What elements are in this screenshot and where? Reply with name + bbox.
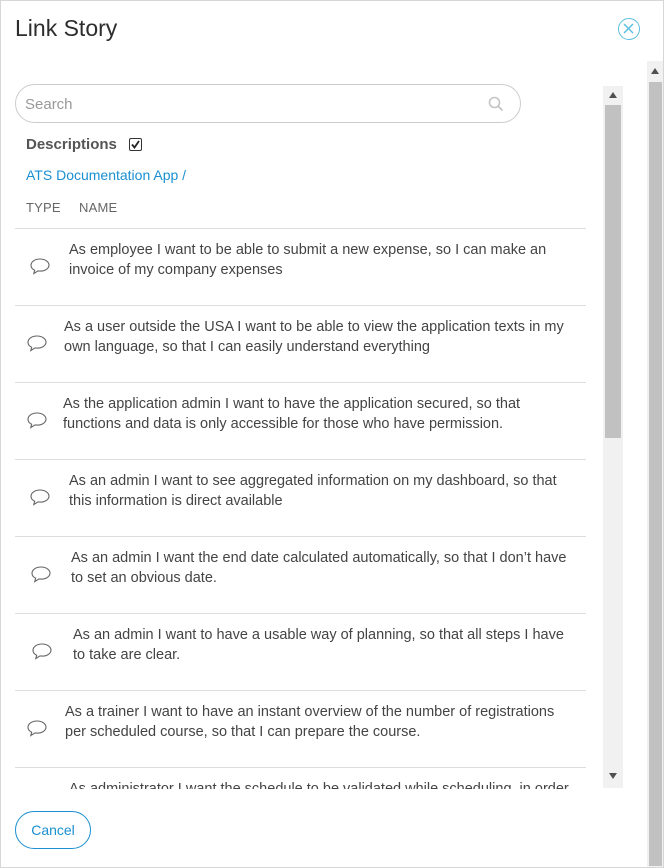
search-field[interactable] bbox=[15, 84, 521, 123]
list-scrollbar-thumb[interactable] bbox=[605, 105, 621, 438]
story-text: As employee I want to be able to submit … bbox=[69, 240, 569, 280]
dialog-scrollbar-thumb[interactable] bbox=[649, 82, 662, 866]
story-text: As administrator I want the schedule to … bbox=[69, 779, 569, 789]
story-row[interactable]: As employee I want to be able to submit … bbox=[15, 229, 586, 306]
story-line: As the application admin I want to have … bbox=[63, 396, 521, 412]
breadcrumb[interactable]: ATS Documentation App / bbox=[26, 167, 186, 183]
check-icon bbox=[131, 140, 140, 149]
column-header-name[interactable]: NAME bbox=[79, 200, 117, 215]
story-row[interactable]: As administrator I want the schedule to … bbox=[15, 768, 586, 789]
story-text: As an admin I want the end date calculat… bbox=[71, 548, 571, 588]
story-line: to take are clear. bbox=[73, 647, 181, 663]
story-line: own language, so that I can easily under… bbox=[64, 339, 430, 355]
descriptions-toggle: Descriptions bbox=[26, 136, 142, 153]
dialog-title: Link Story bbox=[15, 15, 118, 41]
dialog-scrollbar[interactable] bbox=[647, 61, 663, 867]
descriptions-label: Descriptions bbox=[26, 136, 117, 153]
story-row[interactable]: As a user outside the USA I want to be a… bbox=[15, 306, 586, 383]
story-text: As an admin I want to see aggregated inf… bbox=[69, 471, 569, 511]
comment-bubble-icon bbox=[27, 720, 47, 737]
comment-bubble-icon bbox=[27, 335, 47, 352]
story-line: functions and data is only accessible fo… bbox=[63, 416, 504, 432]
story-text: As an admin I want to have a usable way … bbox=[73, 625, 573, 665]
link-story-dialog: Link Story Descriptions ATS Documentatio… bbox=[0, 0, 664, 868]
search-icon[interactable] bbox=[488, 96, 504, 112]
story-text: As a trainer I want to have an instant o… bbox=[65, 702, 565, 742]
close-icon bbox=[623, 23, 634, 34]
comment-bubble-icon bbox=[27, 412, 47, 429]
story-row[interactable]: As a trainer I want to have an instant o… bbox=[15, 691, 586, 768]
story-row[interactable]: As the application admin I want to have … bbox=[15, 383, 586, 460]
comment-bubble-icon bbox=[30, 258, 50, 275]
story-text: As the application admin I want to have … bbox=[63, 394, 563, 434]
story-text: As a user outside the USA I want to be a… bbox=[64, 317, 564, 357]
close-button[interactable] bbox=[618, 18, 640, 40]
story-line: this information is direct available bbox=[69, 493, 283, 509]
story-line: As an admin I want to see aggregated inf… bbox=[69, 473, 557, 489]
story-line: As employee I want to be able to submit … bbox=[69, 242, 547, 258]
story-line: As administrator I want the schedule to … bbox=[69, 781, 569, 789]
story-row[interactable]: As an admin I want the end date calculat… bbox=[15, 537, 586, 614]
story-row[interactable]: As an admin I want to have a usable way … bbox=[15, 614, 586, 691]
story-line: to set an obvious date. bbox=[71, 570, 217, 586]
story-row[interactable]: As an admin I want to see aggregated inf… bbox=[15, 460, 586, 537]
story-line: invoice of my company expenses bbox=[69, 262, 283, 278]
cancel-button[interactable]: Cancel bbox=[15, 811, 91, 849]
scroll-down-arrow-icon[interactable] bbox=[609, 773, 617, 779]
comment-bubble-icon bbox=[31, 566, 51, 583]
scroll-up-arrow-icon[interactable] bbox=[609, 92, 617, 98]
story-line: As a trainer I want to have an instant o… bbox=[65, 704, 555, 720]
story-line: per scheduled course, so that I can prep… bbox=[65, 724, 421, 740]
scroll-up-arrow-icon[interactable] bbox=[651, 68, 659, 74]
column-header-type[interactable]: TYPE bbox=[26, 200, 61, 215]
descriptions-checkbox[interactable] bbox=[128, 138, 142, 151]
comment-bubble-icon bbox=[32, 643, 52, 660]
story-line: As a user outside the USA I want to be a… bbox=[64, 319, 564, 335]
story-list: As employee I want to be able to submit … bbox=[15, 228, 586, 789]
list-scrollbar[interactable] bbox=[603, 86, 623, 788]
story-line: As an admin I want the end date calculat… bbox=[71, 550, 567, 566]
search-input[interactable] bbox=[25, 93, 465, 115]
story-line: As an admin I want to have a usable way … bbox=[73, 627, 564, 643]
comment-bubble-icon bbox=[30, 489, 50, 506]
